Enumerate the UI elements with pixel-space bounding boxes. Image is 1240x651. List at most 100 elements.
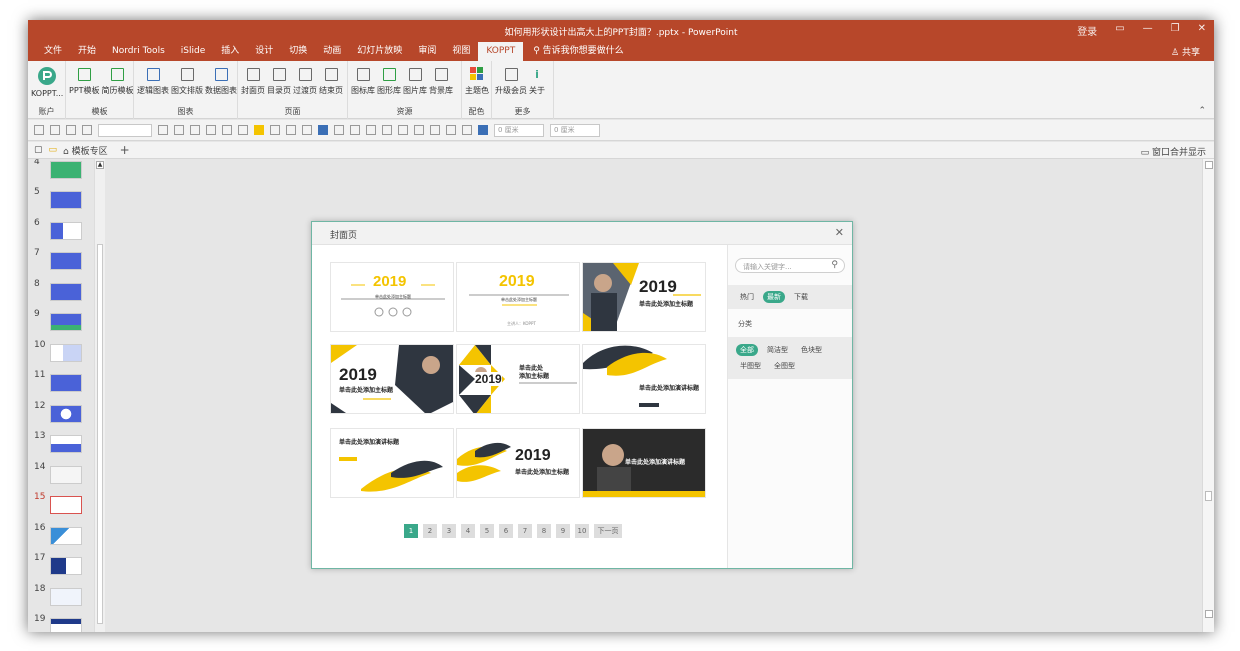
sort-newest[interactable]: 最新 [763, 291, 785, 303]
template-card[interactable]: 单击此处添加演讲标题 [582, 428, 706, 498]
scroll-up-icon[interactable]: ▲ [96, 161, 104, 169]
merge-windows-button[interactable]: ▭ 窗口合并显示 [1141, 145, 1206, 158]
tool-icon[interactable] [238, 125, 248, 135]
ppt-template-button[interactable]: PPT模板 [69, 64, 100, 96]
tool-icon[interactable] [222, 125, 232, 135]
restore-icon[interactable]: ❐ [1171, 23, 1180, 38]
tool-icon[interactable] [334, 125, 344, 135]
tool-icon[interactable] [66, 125, 76, 135]
logic-chart-button[interactable]: 逻辑图表 [137, 64, 169, 96]
template-card[interactable]: 2019 单击此处添加主标题 [330, 262, 454, 332]
shape-library-button[interactable]: 图形库 [377, 64, 401, 96]
chart-icon[interactable] [318, 125, 328, 135]
scroll-thumb[interactable] [97, 244, 103, 624]
template-card[interactable]: 单击此处添加演讲标题 [330, 428, 454, 498]
category-simple[interactable]: 简洁型 [763, 344, 792, 356]
tool-icon[interactable] [302, 125, 312, 135]
grid-icon[interactable] [478, 125, 488, 135]
keyword-search-input[interactable]: 请输入关键字... ⚲ [735, 258, 845, 273]
ribbon-display-icon[interactable]: ▭ [1115, 23, 1124, 38]
about-button[interactable]: i 关于 [529, 64, 545, 96]
width-input[interactable]: 0 厘米 [494, 123, 544, 137]
tool-icon[interactable] [430, 125, 440, 135]
tool-icon[interactable] [366, 125, 376, 135]
tool-icon[interactable] [206, 125, 216, 135]
sort-hot[interactable]: 热门 [736, 291, 758, 303]
data-chart-button[interactable]: 数据图表 [205, 64, 237, 96]
upgrade-member-button[interactable]: 升级会员 [495, 64, 527, 96]
tool-icon[interactable] [398, 125, 408, 135]
close-icon[interactable]: ✕ [1198, 23, 1206, 38]
tab-view[interactable]: 视图 [444, 42, 478, 61]
tab-insert[interactable]: 插入 [213, 42, 247, 61]
category-full-image[interactable]: 全图型 [770, 360, 799, 372]
page-button[interactable]: 5 [480, 524, 494, 538]
dialog-close-icon[interactable]: ✕ [835, 226, 844, 239]
tab-home[interactable]: 开始 [70, 42, 104, 61]
tab-nordri-tools[interactable]: Nordri Tools [104, 42, 173, 61]
template-card[interactable]: 2019 单击此处添加主标题 [582, 262, 706, 332]
page-button[interactable]: 2 [423, 524, 437, 538]
category-half-image[interactable]: 半图型 [736, 360, 765, 372]
page-button[interactable]: 3 [442, 524, 456, 538]
login-link[interactable]: 登录 [1077, 23, 1097, 38]
add-tab-icon[interactable]: + [120, 143, 130, 157]
tab-transitions[interactable]: 切换 [281, 42, 315, 61]
tool-icon[interactable] [190, 125, 200, 135]
tab-review[interactable]: 审阅 [410, 42, 444, 61]
share-button[interactable]: ♙ 共享 [1171, 45, 1200, 58]
tool-icon[interactable] [350, 125, 360, 135]
tab-file[interactable]: 文件 [36, 42, 70, 61]
template-card[interactable]: 2019 单击此处 添加主标题 [456, 344, 580, 414]
tab-slideshow[interactable]: 幻灯片放映 [349, 42, 410, 61]
tool-icon[interactable] [270, 125, 280, 135]
end-page-button[interactable]: 结束页 [319, 64, 343, 96]
font-size-combobox[interactable] [98, 123, 152, 137]
tool-icon[interactable] [82, 125, 92, 135]
template-card[interactable]: 2019 单击此处添加主标题 [456, 428, 580, 498]
scroll-down-icon[interactable] [1205, 610, 1213, 618]
tab-design[interactable]: 设计 [247, 42, 281, 61]
tool-icon[interactable] [50, 125, 60, 135]
search-icon[interactable]: ⚲ [831, 260, 838, 270]
resume-template-button[interactable]: 简历模板 [102, 64, 134, 96]
page-button[interactable]: 6 [499, 524, 513, 538]
cover-page-button[interactable]: 封面页 [241, 64, 265, 96]
theme-color-button[interactable]: 主题色 [465, 64, 489, 96]
koppt-account-button[interactable]: KOPPT... [31, 64, 63, 98]
canvas-scrollbar[interactable] [1202, 159, 1214, 632]
category-color-block[interactable]: 色块型 [797, 344, 826, 356]
tool-icon[interactable] [414, 125, 424, 135]
tell-me-box[interactable]: ⚲ 告诉我你想要做什么 [533, 42, 623, 61]
template-card[interactable]: 2019 单击此处添加主标题 主讲人：KOPPT [456, 262, 580, 332]
scroll-up-icon[interactable] [1205, 161, 1213, 169]
transition-page-button[interactable]: 过渡页 [293, 64, 317, 96]
tab-koppt[interactable]: KOPPT [478, 42, 524, 61]
page-button[interactable]: 10 [575, 524, 589, 538]
tool-icon[interactable] [286, 125, 296, 135]
scroll-thumb[interactable] [1205, 491, 1212, 501]
tool-icon[interactable] [382, 125, 392, 135]
template-card[interactable]: 单击此处添加演讲标题 [582, 344, 706, 414]
slide-panel-scrollbar[interactable]: ▲ [94, 159, 105, 632]
background-library-button[interactable]: 背景库 [429, 64, 453, 96]
tool-icon[interactable] [158, 125, 168, 135]
folder-icon[interactable]: ▭ [49, 145, 58, 155]
tool-icon[interactable] [446, 125, 456, 135]
icon-library-button[interactable]: 图标库 [351, 64, 375, 96]
page-button[interactable]: 8 [537, 524, 551, 538]
layout-button[interactable]: 图文排版 [171, 64, 203, 96]
sort-download[interactable]: 下载 [790, 291, 812, 303]
page-button[interactable]: 1 [404, 524, 418, 538]
template-card[interactable]: 2019 单击此处添加主标题 [330, 344, 454, 414]
height-input[interactable]: 0 厘米 [550, 123, 600, 137]
tab-animations[interactable]: 动画 [315, 42, 349, 61]
page-button[interactable]: 7 [518, 524, 532, 538]
image-library-button[interactable]: 图片库 [403, 64, 427, 96]
page-button[interactable]: 9 [556, 524, 570, 538]
tool-icon[interactable] [174, 125, 184, 135]
collapse-ribbon-icon[interactable]: ⌃ [1198, 106, 1206, 116]
toc-page-button[interactable]: 目录页 [267, 64, 291, 96]
next-page-button[interactable]: 下一页 [594, 524, 622, 538]
category-all[interactable]: 全部 [736, 344, 758, 356]
